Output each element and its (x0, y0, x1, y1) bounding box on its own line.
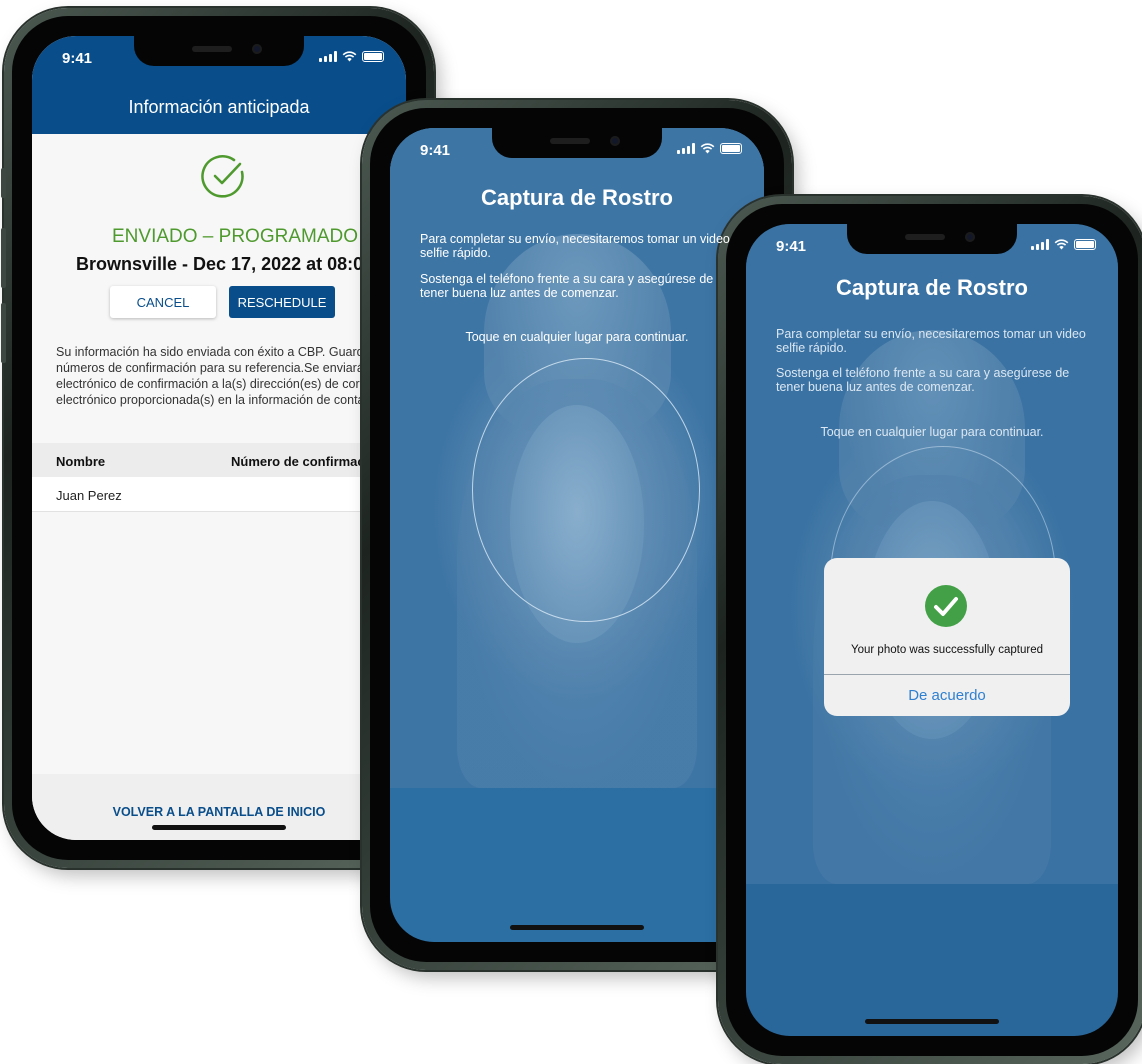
volume-up-button (1, 228, 6, 288)
confirmation-screen: 9:41 Información anticipada ENVIADO – PR… (32, 36, 406, 840)
phone-capture-success: 9:41 Captura de Rostro Para completar su… (718, 196, 1142, 1064)
cancel-button[interactable]: CANCEL (110, 286, 216, 318)
success-check-icon (925, 585, 967, 627)
home-indicator (865, 1019, 999, 1024)
face-guide-oval (472, 358, 700, 622)
instruction-text-2: Sostenga el teléfono frente a su cara y … (420, 272, 714, 300)
confirmation-message: Su información ha sido enviada con éxito… (56, 345, 406, 407)
dialog-message: Your photo was successfully captured (851, 644, 1043, 656)
reschedule-button[interactable]: RESCHEDULE (229, 286, 335, 318)
submission-status: ENVIADO – PROGRAMADO (112, 226, 358, 247)
battery-icon (1074, 239, 1096, 250)
signal-icon (319, 51, 337, 62)
traveler-name: Juan Perez (56, 488, 122, 503)
volume-down-button (1, 303, 6, 363)
battery-icon (720, 143, 742, 154)
signal-icon (677, 143, 695, 154)
ok-button[interactable]: De acuerdo (824, 674, 1070, 716)
page-title: Información anticipada (128, 97, 310, 117)
capture-success-dialog: Your photo was successfully captured De … (824, 558, 1070, 716)
appointment-location-date: Brownsville - Dec 17, 2022 at 08:00 (76, 254, 374, 274)
notch (492, 128, 662, 158)
status-time: 9:41 (776, 238, 807, 255)
tap-to-continue[interactable]: Toque en cualquier lugar para continuar. (390, 330, 764, 344)
check-circle-icon (201, 155, 244, 198)
table-header: Nombre Número de confirmación (32, 443, 406, 477)
footer: VOLVER A LA PANTALLA DE INICIO (32, 774, 406, 840)
home-indicator (510, 925, 644, 930)
wifi-icon (342, 51, 357, 62)
face-capture-screen[interactable]: 9:41 Captura de Rostro Para completar su… (390, 128, 764, 942)
tap-to-continue: Toque en cualquier lugar para continuar. (820, 425, 1044, 439)
phone-bezel: 9:41 Captura de Rostro Para completar su… (726, 204, 1138, 1056)
screen-title: Captura de Rostro (481, 185, 673, 210)
battery-icon (362, 51, 384, 62)
mute-switch (1, 168, 6, 198)
return-home-link[interactable]: VOLVER A LA PANTALLA DE INICIO (32, 805, 406, 819)
notch (847, 224, 1017, 254)
instruction-text-2: Sostenga el teléfono frente a su cara y … (776, 366, 1070, 394)
instruction-text-1: Para completar su envío, necesitaremos t… (420, 232, 730, 260)
home-indicator (152, 825, 286, 830)
screen-title: Captura de Rostro (836, 275, 1028, 300)
status-time: 9:41 (420, 142, 451, 159)
notch (134, 36, 304, 66)
wifi-icon (700, 143, 715, 154)
status-time: 9:41 (62, 50, 93, 67)
table-row: Juan Perez 9 (32, 477, 406, 512)
column-header-name: Nombre (56, 454, 106, 469)
instruction-text-1: Para completar su envío, necesitaremos t… (776, 327, 1086, 355)
confirmation-content: ENVIADO – PROGRAMADO Brownsville - Dec 1… (32, 134, 406, 774)
signal-icon (1031, 239, 1049, 250)
wifi-icon (1054, 239, 1069, 250)
face-capture-success-screen: 9:41 Captura de Rostro Para completar su… (746, 224, 1118, 1036)
